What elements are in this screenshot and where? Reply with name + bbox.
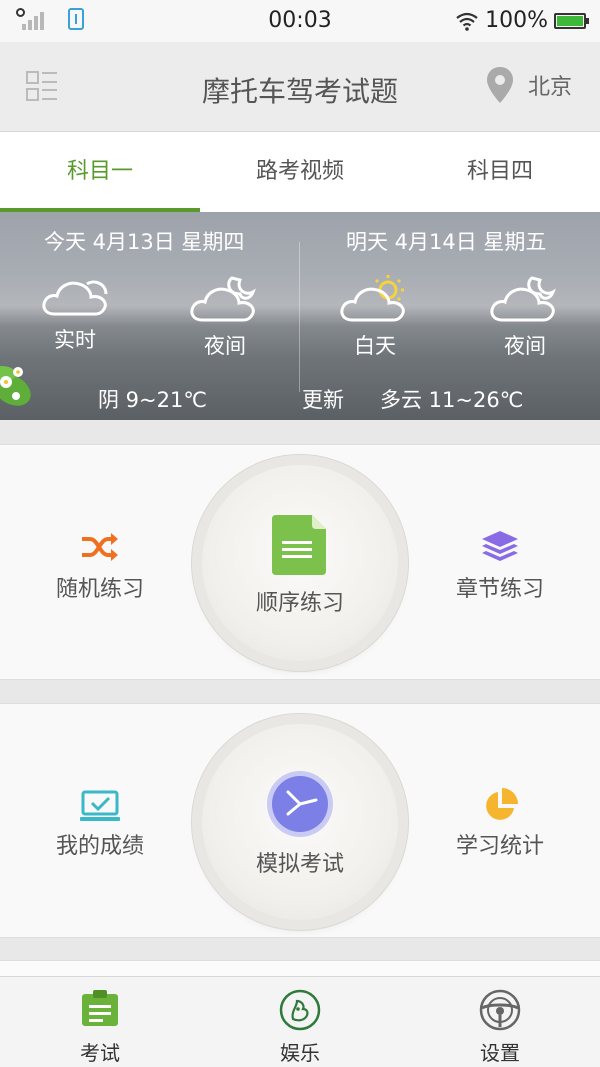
title-bar: 摩托车驾考试题 北京	[0, 42, 600, 132]
clipboard-icon	[82, 990, 118, 1026]
laptop-check-icon	[80, 790, 120, 821]
tab-subject-one[interactable]: 科目一	[0, 132, 200, 212]
tomorrow-summary: 多云 11~26℃	[380, 388, 524, 412]
location-pin-icon	[486, 67, 513, 103]
sequential-practice-label: 顺序练习	[255, 591, 344, 616]
wifi-icon	[456, 12, 478, 31]
nav-exam-label: 考试	[80, 1041, 120, 1065]
exam-card: 我的成绩 模拟考试 学习统计	[0, 703, 600, 938]
chapter-practice-button[interactable]: 章节练习	[400, 445, 600, 679]
entertainment-icon	[279, 989, 321, 1031]
subject-tabs: 科目一 路考视频 科目四	[0, 132, 600, 212]
update-button[interactable]: 更新	[302, 384, 344, 414]
nav-settings-label: 设置	[480, 1041, 520, 1065]
practice-card: 随机练习 顺序练习 章节练习	[0, 444, 600, 680]
sequential-practice-button[interactable]: 顺序练习	[202, 465, 398, 661]
today-summary: 阴 9~21℃	[98, 388, 207, 412]
document-icon	[272, 515, 326, 575]
study-statistics-button[interactable]: 学习统计	[400, 704, 600, 937]
random-practice-label: 随机练习	[55, 577, 144, 602]
nav-entertainment-label: 娱乐	[280, 1041, 320, 1065]
nav-settings[interactable]: 设置	[400, 977, 600, 1067]
today-realtime: 实时	[30, 274, 120, 354]
section-divider	[0, 960, 600, 976]
battery-icon	[554, 12, 589, 29]
weather-panel[interactable]: 今天 4月13日 星期四 明天 4月14日 星期五 实时 夜间 白天 夜间 阴 …	[0, 212, 600, 420]
menu-icon[interactable]	[26, 70, 58, 102]
flower-decoration-icon	[0, 366, 31, 406]
tomorrow-night: 夜间	[480, 274, 570, 360]
mock-exam-label: 模拟考试	[255, 852, 344, 877]
tomorrow-date: 明天 4月14日 星期五	[346, 230, 547, 254]
cloudy-night-icon	[490, 276, 556, 322]
tomorrow-night-label: 夜间	[504, 334, 546, 358]
today-date: 今天 4月13日 星期四	[44, 230, 245, 254]
weather-divider	[299, 242, 300, 392]
tab-road-test-video[interactable]: 路考视频	[200, 132, 400, 212]
my-scores-label: 我的成绩	[55, 834, 144, 859]
nav-entertainment[interactable]: 娱乐	[200, 977, 400, 1067]
clock-icon	[267, 771, 333, 837]
study-statistics-label: 学习统计	[455, 834, 544, 859]
layers-icon	[482, 531, 518, 561]
nav-exam[interactable]: 考试	[0, 977, 200, 1067]
cloudy-night-icon	[190, 276, 256, 322]
tomorrow-day: 白天	[330, 274, 420, 360]
status-bar: 00:03 100%	[0, 0, 600, 42]
cloudy-icon	[42, 280, 108, 316]
partly-sunny-icon	[340, 275, 405, 322]
chapter-practice-label: 章节练习	[455, 577, 544, 602]
location-selector[interactable]: 北京	[486, 66, 572, 104]
tomorrow-day-label: 白天	[354, 334, 396, 358]
my-scores-button[interactable]: 我的成绩	[0, 704, 200, 937]
pie-chart-icon	[486, 788, 518, 820]
random-practice-button[interactable]: 随机练习	[0, 445, 200, 679]
today-night-label: 夜间	[204, 334, 246, 358]
tab-subject-four[interactable]: 科目四	[400, 132, 600, 212]
battery-percent: 100%	[485, 8, 548, 33]
shuffle-icon	[82, 533, 118, 561]
bottom-nav: 考试 娱乐 设置	[0, 976, 600, 1067]
location-label: 北京	[527, 75, 572, 100]
today-night: 夜间	[180, 274, 270, 360]
mock-exam-button[interactable]: 模拟考试	[202, 724, 398, 920]
steering-wheel-icon	[479, 989, 521, 1031]
today-realtime-label: 实时	[54, 328, 96, 352]
